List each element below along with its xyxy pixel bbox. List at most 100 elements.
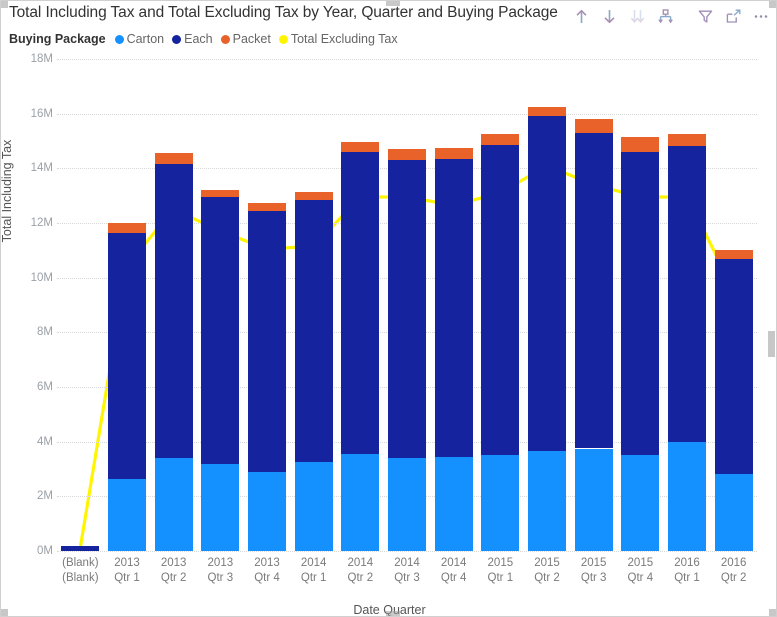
bar-column[interactable] xyxy=(388,51,426,551)
bar-segment-packet[interactable] xyxy=(294,191,333,200)
bar-column[interactable] xyxy=(481,51,520,551)
bar-segment-packet[interactable] xyxy=(574,119,613,133)
bar-segment-each[interactable] xyxy=(341,151,380,454)
bar-column[interactable] xyxy=(108,51,146,551)
bar-segment-each[interactable] xyxy=(621,151,660,456)
scroll-nub[interactable] xyxy=(768,331,775,357)
x-axis-tick-label[interactable]: 2014 Qtr 2 xyxy=(337,556,384,586)
bar-segment-packet[interactable] xyxy=(621,136,660,152)
bar-segment-carton[interactable] xyxy=(528,451,566,551)
bar-segment-carton[interactable] xyxy=(248,471,286,551)
x-axis-tick-label[interactable]: 2015 Qtr 2 xyxy=(524,556,571,586)
legend-item-carton[interactable]: Carton xyxy=(114,32,164,46)
legend-item-total-excluding-tax[interactable]: Total Excluding Tax xyxy=(278,32,398,46)
bar-segment-carton[interactable] xyxy=(341,453,380,551)
y-axis-tick-label: 12M xyxy=(30,217,53,229)
bar-column[interactable] xyxy=(714,51,753,551)
x-axis-tick-label[interactable]: 2015 Qtr 4 xyxy=(617,556,664,586)
bar-segment-each[interactable] xyxy=(294,199,333,463)
bar-segment-carton[interactable] xyxy=(201,463,240,551)
resize-handle-bottom-right[interactable] xyxy=(769,609,776,616)
bar-segment-packet[interactable] xyxy=(434,147,473,159)
bar-column[interactable] xyxy=(434,51,473,551)
bar-column[interactable] xyxy=(574,51,613,551)
bar-column[interactable] xyxy=(248,51,286,551)
drill-hierarchy-icon[interactable] xyxy=(652,4,678,28)
bar-segment-each[interactable] xyxy=(201,197,240,464)
legend-item-each[interactable]: Each xyxy=(172,32,213,46)
x-axis-tick-label[interactable]: 2016 Qtr 1 xyxy=(664,556,711,586)
x-axis-tick-label[interactable]: 2014 Qtr 3 xyxy=(384,556,431,586)
resize-handle-top[interactable] xyxy=(386,1,400,6)
bar-segment-each[interactable] xyxy=(574,132,613,449)
x-axis-tick-line: 2014 xyxy=(440,557,467,569)
bar-column[interactable] xyxy=(201,51,240,551)
y-axis-tick-label: 6M xyxy=(37,381,53,393)
x-axis-tick-label[interactable]: 2013 Qtr 3 xyxy=(197,556,244,586)
bar-segment-packet[interactable] xyxy=(108,223,146,233)
bar-segment-carton[interactable] xyxy=(108,478,146,551)
bar-segment-carton[interactable] xyxy=(574,448,613,551)
resize-handle-top-right[interactable] xyxy=(769,1,776,8)
drill-up-icon[interactable] xyxy=(568,4,594,28)
bar-segment-carton[interactable] xyxy=(481,455,520,551)
bar-segment-packet[interactable] xyxy=(528,106,566,117)
bar-segment-packet[interactable] xyxy=(201,190,240,198)
x-axis-tick-label[interactable]: 2013 Qtr 4 xyxy=(244,556,291,586)
x-axis-tick-line: Qtr 4 xyxy=(440,572,467,584)
bar-segment-packet[interactable] xyxy=(154,153,193,165)
bar-segment-carton[interactable] xyxy=(668,441,706,551)
bar-segment-packet[interactable] xyxy=(388,149,426,161)
bar-segment-carton[interactable] xyxy=(294,462,333,551)
bar-segment-each[interactable] xyxy=(481,145,520,456)
x-axis-tick-label[interactable]: (Blank) (Blank) xyxy=(57,556,104,586)
x-axis-tick-line: (Blank) xyxy=(62,572,99,584)
bar-segment-each[interactable] xyxy=(388,160,426,459)
filter-icon[interactable] xyxy=(692,4,718,28)
x-axis-tick-label[interactable]: 2013 Qtr 2 xyxy=(150,556,197,586)
bar-segment-each[interactable] xyxy=(61,546,100,551)
bar-segment-packet[interactable] xyxy=(668,134,706,147)
bar-segment-each[interactable] xyxy=(108,232,146,479)
bar-column[interactable] xyxy=(621,51,660,551)
y-axis-tick-label: 2M xyxy=(37,490,53,503)
x-axis-tick-line: Qtr 1 xyxy=(300,572,327,584)
bar-column[interactable] xyxy=(294,51,333,551)
bar-segment-each[interactable] xyxy=(714,258,753,475)
bar-segment-carton[interactable] xyxy=(434,456,473,551)
bar-segment-carton[interactable] xyxy=(154,458,193,551)
x-axis-tick-label[interactable]: 2016 Qtr 2 xyxy=(710,556,757,586)
bar-segment-carton[interactable] xyxy=(714,474,753,551)
bar-column[interactable] xyxy=(61,51,100,551)
x-axis-tick-label[interactable]: 2015 Qtr 3 xyxy=(570,556,617,586)
legend-item-packet[interactable]: Packet xyxy=(220,32,271,46)
bar-column[interactable] xyxy=(668,51,706,551)
bar-column[interactable] xyxy=(528,51,566,551)
x-axis-tick-line: 2015 xyxy=(487,557,514,569)
bar-segment-carton[interactable] xyxy=(621,455,660,551)
x-axis-tick-label[interactable]: 2014 Qtr 4 xyxy=(430,556,477,586)
bar-segment-each[interactable] xyxy=(154,164,193,459)
bar-segment-packet[interactable] xyxy=(481,134,520,146)
bar-segment-each[interactable] xyxy=(248,210,286,472)
bar-segment-each[interactable] xyxy=(434,158,473,457)
x-axis-tick-label[interactable]: 2013 Qtr 1 xyxy=(104,556,151,586)
bar-segment-each[interactable] xyxy=(668,146,706,442)
bar-segment-packet[interactable] xyxy=(341,142,380,152)
bar-segment-packet[interactable] xyxy=(714,250,753,259)
expand-all-down-icon[interactable] xyxy=(624,4,650,28)
bar-column[interactable] xyxy=(341,51,380,551)
x-axis-tick-label[interactable]: 2014 Qtr 1 xyxy=(290,556,337,586)
bar-segment-packet[interactable] xyxy=(248,202,286,211)
drill-down-icon[interactable] xyxy=(596,4,622,28)
focus-mode-icon[interactable] xyxy=(720,4,746,28)
resize-handle-top-left[interactable] xyxy=(1,1,8,8)
y-axis-ticks: 0M 2M 4M 6M 8M 10M 12M 14M 16M 18M xyxy=(1,51,53,566)
resize-handle-bottom-left[interactable] xyxy=(1,609,8,616)
x-axis-tick-label[interactable]: 2015 Qtr 1 xyxy=(477,556,524,586)
x-axis-tick-line: 2015 xyxy=(627,557,654,569)
bar-column[interactable] xyxy=(154,51,193,551)
bar-segment-each[interactable] xyxy=(528,116,566,452)
resize-handle-bottom[interactable] xyxy=(386,611,400,616)
bar-segment-carton[interactable] xyxy=(388,458,426,551)
